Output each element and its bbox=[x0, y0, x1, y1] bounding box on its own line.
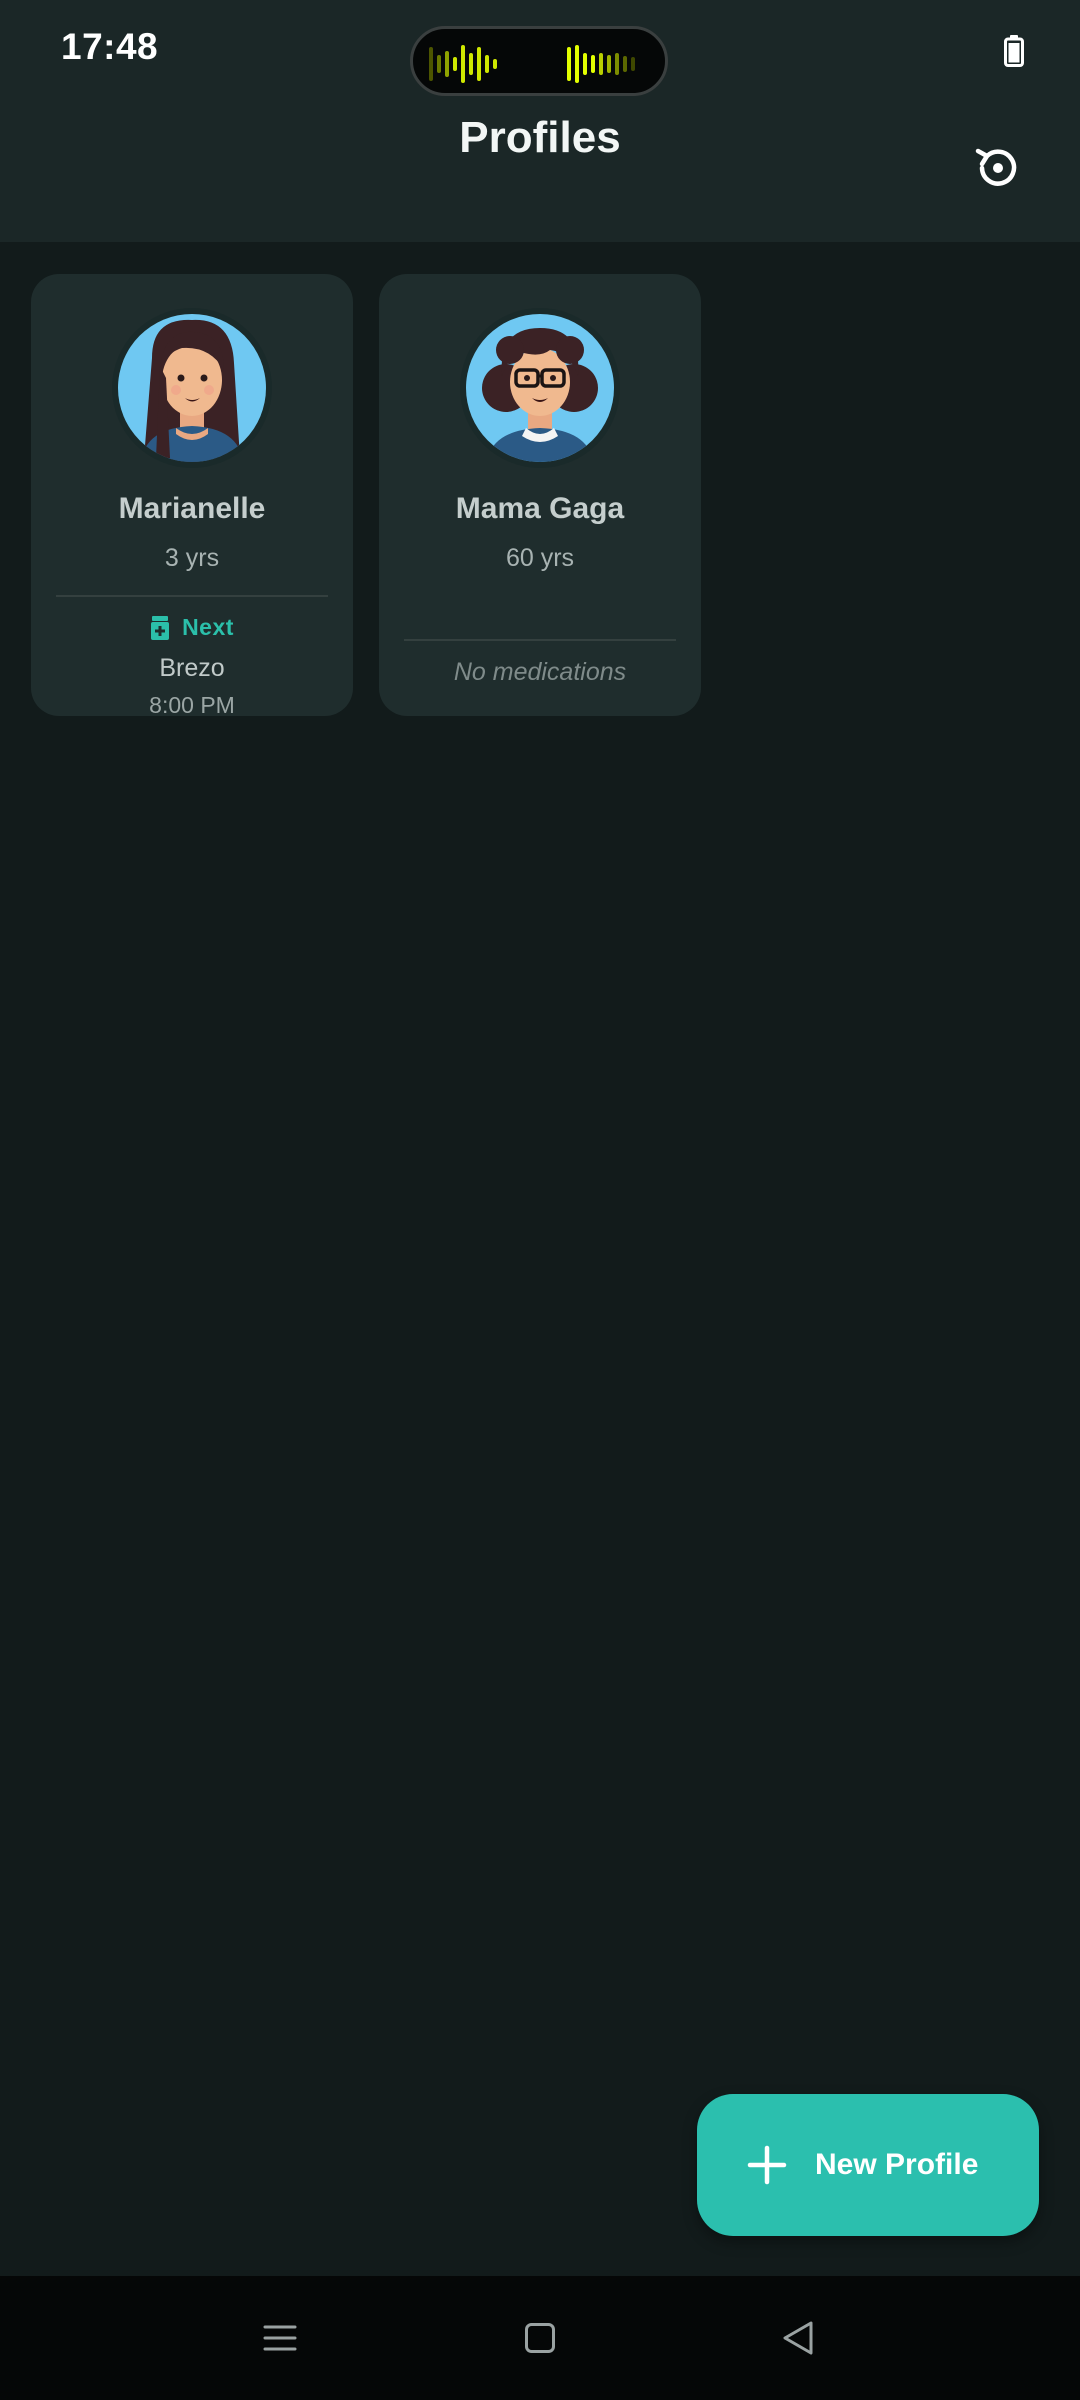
medication-name: Brezo bbox=[159, 654, 225, 682]
profile-card[interactable]: Marianelle 3 yrs Next Brezo 8:00 PM bbox=[31, 274, 353, 716]
profile-card[interactable]: Mama Gaga 60 yrs No medications bbox=[379, 274, 701, 716]
dynamic-island-audio-visualizer bbox=[410, 26, 668, 96]
profile-name: Mama Gaga bbox=[455, 492, 625, 525]
nav-menu-button[interactable] bbox=[256, 2314, 304, 2362]
no-medications-text: No medications bbox=[453, 658, 627, 686]
menu-icon bbox=[263, 2325, 297, 2351]
profile-age: 60 yrs bbox=[505, 544, 575, 572]
card-divider bbox=[404, 639, 676, 641]
next-label: Next bbox=[182, 614, 234, 640]
battery-icon bbox=[1004, 35, 1024, 67]
system-navigation-bar bbox=[0, 2276, 1080, 2400]
top-app-bar: 17:48 Profiles bbox=[0, 0, 1080, 242]
avatar bbox=[112, 308, 272, 468]
back-icon bbox=[783, 2321, 813, 2355]
new-profile-label: New Profile bbox=[815, 2148, 979, 2181]
medication-time: 8:00 PM bbox=[149, 692, 235, 716]
nav-back-button[interactable] bbox=[774, 2314, 822, 2362]
status-time: 17:48 bbox=[61, 26, 159, 67]
home-icon bbox=[525, 2323, 555, 2353]
restore-icon bbox=[975, 148, 1017, 186]
next-dose-header: Next bbox=[31, 614, 353, 641]
new-profile-button[interactable]: New Profile bbox=[697, 2094, 1039, 2236]
avatar bbox=[460, 308, 620, 468]
card-divider bbox=[56, 595, 328, 597]
nav-home-button[interactable] bbox=[516, 2314, 564, 2362]
plus-icon bbox=[747, 2145, 787, 2185]
page-title: Profiles bbox=[459, 113, 621, 162]
pill-bottle-icon bbox=[151, 615, 170, 640]
profile-name: Marianelle bbox=[118, 492, 266, 525]
app-root: 17:48 Profiles Marianelle 3 yrs Next Bre… bbox=[0, 0, 1080, 2400]
restore-button[interactable] bbox=[970, 140, 1026, 196]
profile-age: 3 yrs bbox=[164, 544, 220, 572]
